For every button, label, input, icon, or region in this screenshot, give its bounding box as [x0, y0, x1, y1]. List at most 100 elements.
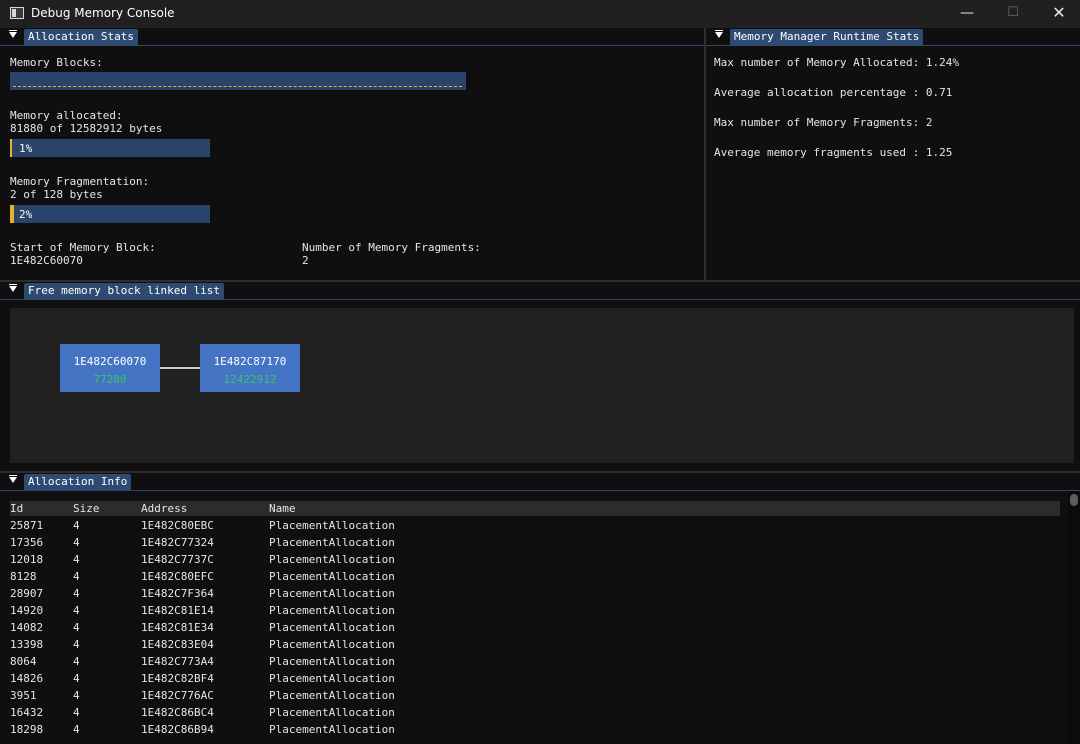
cell-size: 4	[73, 706, 80, 719]
cell-name: PlacementAllocation	[269, 570, 395, 583]
node-address: 1E482C60070	[73, 355, 147, 368]
linked-list-node[interactable]: 1E482C60070 77280	[60, 344, 160, 392]
collapse-arrow-icon[interactable]	[715, 30, 723, 38]
tab-allocation-info[interactable]: Allocation Info	[24, 474, 132, 490]
table-row[interactable]: 25871 4 1E482C80EBC PlacementAllocation	[10, 517, 1060, 534]
fragmentation-fill	[10, 205, 14, 223]
cell-size: 4	[73, 519, 80, 532]
cell-size: 4	[73, 604, 80, 617]
cell-address: 1E482C86BC4	[141, 706, 214, 719]
cell-id: 18298	[10, 723, 44, 736]
runtime-stat-max-allocated: Max number of Memory Allocated: 1.24%	[714, 56, 960, 69]
cell-address: 1E482C773A4	[141, 655, 214, 668]
collapse-arrow-icon[interactable]	[9, 284, 17, 292]
cell-size: 4	[73, 621, 80, 634]
tab-free-memory-linked-list[interactable]: Free memory block linked list	[24, 283, 225, 299]
cell-size: 4	[73, 553, 80, 566]
cell-name: PlacementAllocation	[269, 672, 395, 685]
cell-id: 8064	[10, 655, 37, 668]
column-header-id[interactable]: Id	[10, 502, 23, 515]
cell-id: 14826	[10, 672, 44, 685]
cell-id: 12018	[10, 553, 44, 566]
cell-size: 4	[73, 672, 80, 685]
cell-address: 1E482C7737C	[141, 553, 214, 566]
memory-allocated-percent: 1%	[19, 142, 33, 155]
node-size: 77280	[93, 373, 127, 386]
cell-name: PlacementAllocation	[269, 621, 395, 634]
table-row[interactable]: 17356 4 1E482C77324 PlacementAllocation	[10, 534, 1060, 551]
cell-size: 4	[73, 689, 80, 702]
scrollbar-thumb[interactable]	[1070, 494, 1078, 506]
runtime-stat-max-fragments: Max number of Memory Fragments: 2	[714, 116, 933, 129]
column-header-name[interactable]: Name	[269, 502, 296, 515]
table-row[interactable]: 28907 4 1E482C7F364 PlacementAllocation	[10, 585, 1060, 602]
column-header-size[interactable]: Size	[73, 502, 100, 515]
table-row[interactable]: 12018 4 1E482C7737C PlacementAllocation	[10, 551, 1060, 568]
cell-address: 1E482C81E34	[141, 621, 214, 634]
cell-name: PlacementAllocation	[269, 689, 395, 702]
table-row[interactable]: 8128 4 1E482C80EFC PlacementAllocation	[10, 568, 1060, 585]
cell-address: 1E482C776AC	[141, 689, 214, 702]
cell-id: 14920	[10, 604, 44, 617]
cell-address: 1E482C7F364	[141, 587, 214, 600]
cell-name: PlacementAllocation	[269, 638, 395, 651]
runtime-stats-header: Memory Manager Runtime Stats	[706, 28, 1080, 46]
collapse-arrow-icon[interactable]	[9, 30, 17, 38]
cell-address: 1E482C77324	[141, 536, 214, 549]
start-of-memory-block-value: 1E482C60070	[10, 254, 83, 267]
window-title-bar: Debug Memory Console — ☐ ✕	[0, 0, 1080, 28]
memory-blocks-bar	[10, 72, 466, 90]
window-title: Debug Memory Console	[31, 6, 175, 20]
cell-name: PlacementAllocation	[269, 655, 395, 668]
table-row[interactable]: 16432 4 1E482C86BC4 PlacementAllocation	[10, 704, 1060, 721]
cell-name: PlacementAllocation	[269, 587, 395, 600]
memory-allocated-progress-bar: 1%	[10, 139, 210, 157]
linked-list-node[interactable]: 1E482C87170 12422912	[200, 344, 300, 392]
linked-list-canvas[interactable]: 1E482C60070 77280 1E482C87170 12422912	[10, 308, 1074, 463]
cell-address: 1E482C80EBC	[141, 519, 214, 532]
tab-runtime-stats[interactable]: Memory Manager Runtime Stats	[730, 29, 924, 45]
cell-name: PlacementAllocation	[269, 706, 395, 719]
cell-address: 1E482C83E04	[141, 638, 214, 651]
cell-size: 4	[73, 655, 80, 668]
memory-allocated-value: 81880 of 12582912 bytes	[10, 122, 163, 135]
allocation-stats-header: Allocation Stats	[0, 28, 704, 46]
table-row[interactable]: 14920 4 1E482C81E14 PlacementAllocation	[10, 602, 1060, 619]
collapse-arrow-icon[interactable]	[9, 475, 17, 483]
cell-id: 14082	[10, 621, 44, 634]
cell-address: 1E482C80EFC	[141, 570, 214, 583]
memory-blocks-usage-line	[13, 86, 462, 87]
table-row[interactable]: 14826 4 1E482C82BF4 PlacementAllocation	[10, 670, 1060, 687]
cell-size: 4	[73, 536, 80, 549]
runtime-stat-average-allocation: Average allocation percentage : 0.71	[714, 86, 953, 99]
cell-size: 4	[73, 723, 80, 736]
cell-address: 1E482C81E14	[141, 604, 214, 617]
cell-address: 1E482C82BF4	[141, 672, 214, 685]
fragmentation-value: 2 of 128 bytes	[10, 188, 103, 201]
cell-size: 4	[73, 587, 80, 600]
table-row[interactable]: 18298 4 1E482C86B94 PlacementAllocation	[10, 721, 1060, 738]
allocation-table-header: Id Size Address Name	[10, 501, 1060, 516]
cell-id: 17356	[10, 536, 44, 549]
cell-id: 3951	[10, 689, 37, 702]
column-header-address[interactable]: Address	[141, 502, 187, 515]
table-row[interactable]: 8064 4 1E482C773A4 PlacementAllocation	[10, 653, 1060, 670]
minimize-button[interactable]: —	[944, 0, 990, 28]
maximize-button[interactable]: ☐	[990, 0, 1036, 28]
table-row[interactable]: 14082 4 1E482C81E34 PlacementAllocation	[10, 619, 1060, 636]
allocation-info-header: Allocation Info	[0, 473, 1080, 491]
cell-name: PlacementAllocation	[269, 536, 395, 549]
allocation-table-scrollbar[interactable]	[1068, 491, 1080, 744]
table-row[interactable]: 3951 4 1E482C776AC PlacementAllocation	[10, 687, 1060, 704]
cell-name: PlacementAllocation	[269, 723, 395, 736]
memory-fragments-value: 2	[302, 254, 309, 267]
memory-allocated-label: Memory allocated:	[10, 109, 123, 122]
close-button[interactable]: ✕	[1036, 0, 1080, 28]
cell-size: 4	[73, 570, 80, 583]
fragmentation-label: Memory Fragmentation:	[10, 175, 150, 188]
cell-id: 28907	[10, 587, 44, 600]
node-size: 12422912	[223, 373, 277, 386]
linked-list-header: Free memory block linked list	[0, 282, 1080, 300]
tab-allocation-stats[interactable]: Allocation Stats	[24, 29, 138, 45]
table-row[interactable]: 13398 4 1E482C83E04 PlacementAllocation	[10, 636, 1060, 653]
